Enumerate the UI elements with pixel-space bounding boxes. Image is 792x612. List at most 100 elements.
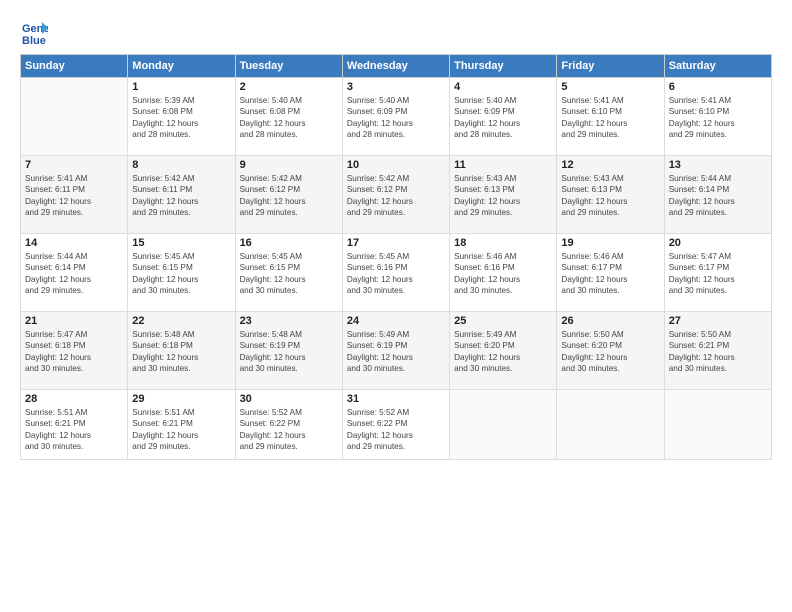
cell-info: Sunrise: 5:45 AM Sunset: 6:16 PM Dayligh… — [347, 251, 445, 297]
cell-info: Sunrise: 5:47 AM Sunset: 6:18 PM Dayligh… — [25, 329, 123, 375]
calendar-cell: 12 Sunrise: 5:43 AM Sunset: 6:13 PM Dayli… — [557, 156, 664, 234]
calendar-cell: 21 Sunrise: 5:47 AM Sunset: 6:18 PM Dayli… — [21, 312, 128, 390]
calendar-cell: 26Sunrise: 5:50 AM Sunset: 6:20 PM Dayli… — [557, 312, 664, 390]
cell-day-number: 23 — [240, 315, 338, 327]
cell-day-number: 8 — [132, 159, 230, 171]
cell-info: Sunrise: 5:52 AM Sunset: 6:22 PM Dayligh… — [347, 407, 445, 453]
cell-info: Sunrise: 5:42 AM Sunset: 6:11 PM Dayligh… — [132, 173, 230, 219]
cell-day-number: 29 — [132, 393, 230, 405]
col-header-friday: Friday — [557, 55, 664, 78]
header-row: SundayMondayTuesdayWednesdayThursdayFrid… — [21, 55, 772, 78]
cell-day-number: 26 — [561, 315, 659, 327]
calendar-cell: 27 Sunrise: 5:50 AM Sunset: 6:21 PM Dayli… — [664, 312, 771, 390]
calendar-cell: 28 Sunrise: 5:51 AM Sunset: 6:21 PM Dayli… — [21, 390, 128, 460]
header: General Blue — [20, 18, 772, 46]
cell-info: Sunrise: 5:43 AM Sunset: 6:13 PM Dayligh… — [454, 173, 552, 219]
cell-day-number: 17 — [347, 237, 445, 249]
calendar-cell: 3 Sunrise: 5:40 AM Sunset: 6:09 PM Daylig… — [342, 78, 449, 156]
cell-day-number: 14 — [25, 237, 123, 249]
cell-day-number: 22 — [132, 315, 230, 327]
cell-info: Sunrise: 5:44 AM Sunset: 6:14 PM Dayligh… — [669, 173, 767, 219]
calendar-cell: 4Sunrise: 5:40 AM Sunset: 6:09 PM Daylig… — [450, 78, 557, 156]
cell-info: Sunrise: 5:47 AM Sunset: 6:17 PM Dayligh… — [669, 251, 767, 297]
calendar-cell: 2 Sunrise: 5:40 AM Sunset: 6:08 PM Daylig… — [235, 78, 342, 156]
calendar-cell — [21, 78, 128, 156]
week-row-5: 28 Sunrise: 5:51 AM Sunset: 6:21 PM Dayli… — [21, 390, 772, 460]
cell-info: Sunrise: 5:52 AM Sunset: 6:22 PM Dayligh… — [240, 407, 338, 453]
calendar-cell: 16 Sunrise: 5:45 AM Sunset: 6:15 PM Dayli… — [235, 234, 342, 312]
cell-day-number: 24 — [347, 315, 445, 327]
cell-info: Sunrise: 5:49 AM Sunset: 6:19 PM Dayligh… — [347, 329, 445, 375]
cell-info: Sunrise: 5:40 AM Sunset: 6:08 PM Dayligh… — [240, 95, 338, 141]
calendar-cell — [450, 390, 557, 460]
week-row-2: 7 Sunrise: 5:41 AM Sunset: 6:11 PM Daylig… — [21, 156, 772, 234]
calendar-cell: 23 Sunrise: 5:48 AM Sunset: 6:19 PM Dayli… — [235, 312, 342, 390]
calendar-cell: 13 Sunrise: 5:44 AM Sunset: 6:14 PM Dayli… — [664, 156, 771, 234]
cell-day-number: 1 — [132, 81, 230, 93]
calendar-cell: 24 Sunrise: 5:49 AM Sunset: 6:19 PM Dayli… — [342, 312, 449, 390]
cell-day-number: 5 — [561, 81, 659, 93]
cell-day-number: 19 — [561, 237, 659, 249]
cell-info: Sunrise: 5:42 AM Sunset: 6:12 PM Dayligh… — [240, 173, 338, 219]
calendar-cell: 9 Sunrise: 5:42 AM Sunset: 6:12 PM Daylig… — [235, 156, 342, 234]
cell-day-number: 28 — [25, 393, 123, 405]
cell-day-number: 16 — [240, 237, 338, 249]
calendar-cell: 7 Sunrise: 5:41 AM Sunset: 6:11 PM Daylig… — [21, 156, 128, 234]
calendar-cell: 14 Sunrise: 5:44 AM Sunset: 6:14 PM Dayli… — [21, 234, 128, 312]
cell-info: Sunrise: 5:46 AM Sunset: 6:17 PM Dayligh… — [561, 251, 659, 297]
col-header-wednesday: Wednesday — [342, 55, 449, 78]
calendar-cell: 18Sunrise: 5:46 AM Sunset: 6:16 PM Dayli… — [450, 234, 557, 312]
calendar-cell — [557, 390, 664, 460]
cell-info: Sunrise: 5:51 AM Sunset: 6:21 PM Dayligh… — [25, 407, 123, 453]
calendar-cell: 11Sunrise: 5:43 AM Sunset: 6:13 PM Dayli… — [450, 156, 557, 234]
cell-day-number: 25 — [454, 315, 552, 327]
calendar-cell: 10 Sunrise: 5:42 AM Sunset: 6:12 PM Dayli… — [342, 156, 449, 234]
calendar-cell: 20 Sunrise: 5:47 AM Sunset: 6:17 PM Dayli… — [664, 234, 771, 312]
cell-day-number: 10 — [347, 159, 445, 171]
logo-icon: General Blue — [20, 18, 48, 46]
week-row-1: 1 Sunrise: 5:39 AM Sunset: 6:08 PM Daylig… — [21, 78, 772, 156]
page: General Blue SundayMondayTuesdayWednesda… — [0, 0, 792, 612]
cell-day-number: 4 — [454, 81, 552, 93]
cell-day-number: 20 — [669, 237, 767, 249]
cell-info: Sunrise: 5:44 AM Sunset: 6:14 PM Dayligh… — [25, 251, 123, 297]
cell-info: Sunrise: 5:41 AM Sunset: 6:11 PM Dayligh… — [25, 173, 123, 219]
cell-info: Sunrise: 5:41 AM Sunset: 6:10 PM Dayligh… — [669, 95, 767, 141]
cell-info: Sunrise: 5:45 AM Sunset: 6:15 PM Dayligh… — [240, 251, 338, 297]
week-row-3: 14 Sunrise: 5:44 AM Sunset: 6:14 PM Dayli… — [21, 234, 772, 312]
calendar-cell: 1 Sunrise: 5:39 AM Sunset: 6:08 PM Daylig… — [128, 78, 235, 156]
cell-info: Sunrise: 5:48 AM Sunset: 6:18 PM Dayligh… — [132, 329, 230, 375]
cell-info: Sunrise: 5:43 AM Sunset: 6:13 PM Dayligh… — [561, 173, 659, 219]
calendar-cell: 8 Sunrise: 5:42 AM Sunset: 6:11 PM Daylig… — [128, 156, 235, 234]
cell-day-number: 27 — [669, 315, 767, 327]
calendar-cell — [664, 390, 771, 460]
cell-day-number: 13 — [669, 159, 767, 171]
cell-day-number: 12 — [561, 159, 659, 171]
calendar-cell: 31 Sunrise: 5:52 AM Sunset: 6:22 PM Dayli… — [342, 390, 449, 460]
cell-day-number: 7 — [25, 159, 123, 171]
cell-info: Sunrise: 5:45 AM Sunset: 6:15 PM Dayligh… — [132, 251, 230, 297]
svg-text:Blue: Blue — [22, 35, 46, 46]
cell-day-number: 30 — [240, 393, 338, 405]
cell-info: Sunrise: 5:51 AM Sunset: 6:21 PM Dayligh… — [132, 407, 230, 453]
calendar-cell: 5Sunrise: 5:41 AM Sunset: 6:10 PM Daylig… — [557, 78, 664, 156]
cell-day-number: 9 — [240, 159, 338, 171]
cell-info: Sunrise: 5:50 AM Sunset: 6:21 PM Dayligh… — [669, 329, 767, 375]
cell-info: Sunrise: 5:42 AM Sunset: 6:12 PM Dayligh… — [347, 173, 445, 219]
cell-day-number: 31 — [347, 393, 445, 405]
calendar-cell: 22 Sunrise: 5:48 AM Sunset: 6:18 PM Dayli… — [128, 312, 235, 390]
cell-info: Sunrise: 5:40 AM Sunset: 6:09 PM Dayligh… — [347, 95, 445, 141]
col-header-tuesday: Tuesday — [235, 55, 342, 78]
col-header-sunday: Sunday — [21, 55, 128, 78]
col-header-monday: Monday — [128, 55, 235, 78]
calendar-cell: 17 Sunrise: 5:45 AM Sunset: 6:16 PM Dayli… — [342, 234, 449, 312]
cell-info: Sunrise: 5:48 AM Sunset: 6:19 PM Dayligh… — [240, 329, 338, 375]
cell-day-number: 21 — [25, 315, 123, 327]
calendar-table: SundayMondayTuesdayWednesdayThursdayFrid… — [20, 54, 772, 460]
cell-day-number: 3 — [347, 81, 445, 93]
calendar-cell: 6Sunrise: 5:41 AM Sunset: 6:10 PM Daylig… — [664, 78, 771, 156]
cell-day-number: 2 — [240, 81, 338, 93]
cell-day-number: 18 — [454, 237, 552, 249]
calendar-cell: 25Sunrise: 5:49 AM Sunset: 6:20 PM Dayli… — [450, 312, 557, 390]
cell-info: Sunrise: 5:39 AM Sunset: 6:08 PM Dayligh… — [132, 95, 230, 141]
